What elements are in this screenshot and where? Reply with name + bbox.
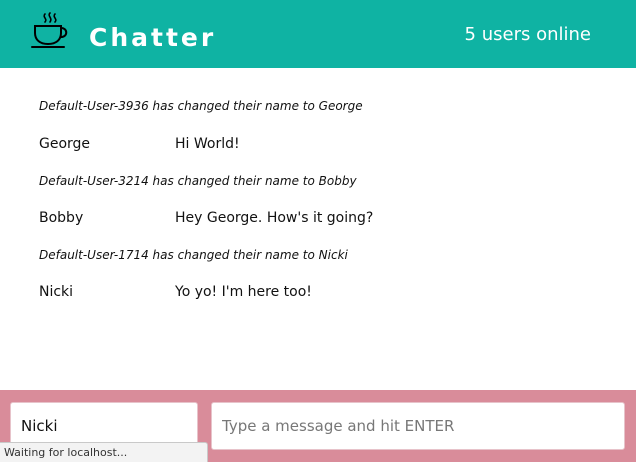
message-content: Hey George. How's it going?: [175, 210, 374, 226]
users-online-count: 5 users online: [464, 24, 591, 45]
notification-message: Default-User-3214 has changed their name…: [39, 174, 357, 188]
message-list: Default-User-3936 has changed their name…: [0, 68, 636, 390]
notification-message: Default-User-3936 has changed their name…: [39, 99, 363, 113]
notification-message: Default-User-1714 has changed their name…: [39, 248, 348, 262]
browser-status-bar: Waiting for localhost...: [0, 442, 208, 462]
message-username: George: [39, 136, 91, 152]
message-content: Yo yo! I'm here too!: [175, 284, 312, 300]
app-title: Chatter: [89, 23, 217, 52]
message-username: Nicki: [39, 284, 74, 300]
message-username: Bobby: [39, 210, 84, 226]
coffee-cup-icon[interactable]: [31, 12, 71, 50]
navbar: Chatter 5 users online: [0, 0, 636, 68]
message-content: Hi World!: [175, 136, 240, 152]
message-input[interactable]: [211, 402, 625, 450]
